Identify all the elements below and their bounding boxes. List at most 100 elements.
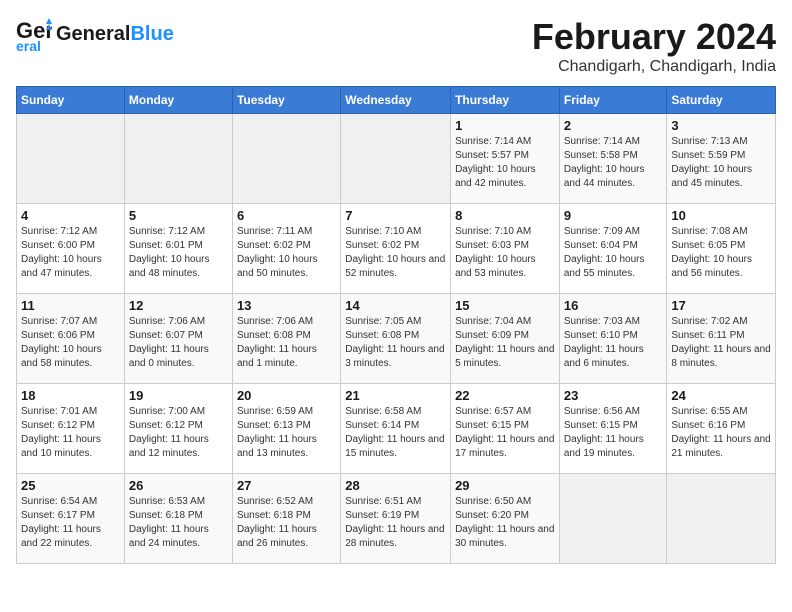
calendar-week-row: 11 Sunrise: 7:07 AMSunset: 6:06 PMDayligh… xyxy=(17,294,776,384)
day-number: 19 xyxy=(129,388,228,403)
day-number: 15 xyxy=(455,298,555,313)
calendar-cell: 28 Sunrise: 6:51 AMSunset: 6:19 PMDayligh… xyxy=(341,474,451,564)
day-info: Sunrise: 7:02 AMSunset: 6:11 PMDaylight:… xyxy=(671,315,771,371)
day-info: Sunrise: 6:51 AMSunset: 6:19 PMDaylight:… xyxy=(345,495,446,551)
day-number: 12 xyxy=(129,298,228,313)
calendar-cell: 24Sunrise: 6:55 AMSunset: 6:16 PMDayligh… xyxy=(667,384,776,474)
calendar-cell: 12Sunrise: 7:06 AMSunset: 6:07 PMDayligh… xyxy=(124,294,232,384)
day-number: 14 xyxy=(345,298,446,313)
calendar-cell: 10Sunrise: 7:08 AMSunset: 6:05 PMDayligh… xyxy=(667,204,776,294)
calendar-week-row: 1 Sunrise: 7:14 AMSunset: 5:57 PMDaylight… xyxy=(17,114,776,204)
day-number: 11 xyxy=(21,298,120,313)
day-info: Sunrise: 7:10 AMSunset: 6:02 PMDaylight:… xyxy=(345,225,446,281)
calendar-cell: 16 Sunrise: 7:03 AMSunset: 6:10 PMDayligh… xyxy=(559,294,667,384)
day-info: Sunrise: 6:56 AMSunset: 6:15 PMDaylight:… xyxy=(564,405,663,461)
day-number: 25 xyxy=(21,478,120,493)
calendar-cell: 18 Sunrise: 7:01 AMSunset: 6:12 PMDayligh… xyxy=(17,384,125,474)
weekday-header: Saturday xyxy=(667,87,776,114)
calendar-cell: 11 Sunrise: 7:07 AMSunset: 6:06 PMDayligh… xyxy=(17,294,125,384)
logo-icon: Gen eral xyxy=(16,16,52,52)
day-info: Sunrise: 7:03 AMSunset: 6:10 PMDaylight:… xyxy=(564,315,663,371)
calendar-cell: 17Sunrise: 7:02 AMSunset: 6:11 PMDayligh… xyxy=(667,294,776,384)
calendar-cell: 13 Sunrise: 7:06 AMSunset: 6:08 PMDayligh… xyxy=(232,294,340,384)
logo-blue: Blue xyxy=(130,23,173,45)
day-info: Sunrise: 6:50 AMSunset: 6:20 PMDaylight:… xyxy=(455,495,555,551)
logo: Gen eral GeneralBlue xyxy=(16,16,174,52)
day-info: Sunrise: 6:59 AMSunset: 6:13 PMDaylight:… xyxy=(237,405,336,461)
day-number: 6 xyxy=(237,208,336,223)
calendar-cell xyxy=(341,114,451,204)
day-number: 3 xyxy=(671,118,771,133)
calendar-cell: 21 Sunrise: 6:58 AMSunset: 6:14 PMDayligh… xyxy=(341,384,451,474)
calendar-cell: 14 Sunrise: 7:05 AMSunset: 6:08 PMDayligh… xyxy=(341,294,451,384)
title-area: February 2024 Chandigarh, Chandigarh, In… xyxy=(532,16,776,76)
day-number: 21 xyxy=(345,388,446,403)
day-info: Sunrise: 7:05 AMSunset: 6:08 PMDaylight:… xyxy=(345,315,446,371)
day-info: Sunrise: 7:13 AMSunset: 5:59 PMDaylight:… xyxy=(671,135,771,191)
day-info: Sunrise: 7:06 AMSunset: 6:08 PMDaylight:… xyxy=(237,315,336,371)
calendar-cell xyxy=(559,474,667,564)
location-title: Chandigarh, Chandigarh, India xyxy=(532,58,776,76)
day-info: Sunrise: 6:55 AMSunset: 6:16 PMDaylight:… xyxy=(671,405,771,461)
day-number: 28 xyxy=(345,478,446,493)
weekday-header: Sunday xyxy=(17,87,125,114)
calendar-cell: 9 Sunrise: 7:09 AMSunset: 6:04 PMDaylight… xyxy=(559,204,667,294)
calendar-cell: 23 Sunrise: 6:56 AMSunset: 6:15 PMDayligh… xyxy=(559,384,667,474)
weekday-header: Friday xyxy=(559,87,667,114)
day-number: 9 xyxy=(564,208,663,223)
day-info: Sunrise: 6:57 AMSunset: 6:15 PMDaylight:… xyxy=(455,405,555,461)
calendar-cell: 15 Sunrise: 7:04 AMSunset: 6:09 PMDayligh… xyxy=(451,294,560,384)
day-info: Sunrise: 7:08 AMSunset: 6:05 PMDaylight:… xyxy=(671,225,771,281)
day-info: Sunrise: 6:54 AMSunset: 6:17 PMDaylight:… xyxy=(21,495,120,551)
calendar-cell xyxy=(17,114,125,204)
svg-text:eral: eral xyxy=(16,38,41,52)
day-number: 23 xyxy=(564,388,663,403)
day-number: 1 xyxy=(455,118,555,133)
day-info: Sunrise: 7:00 AMSunset: 6:12 PMDaylight:… xyxy=(129,405,228,461)
calendar-cell: 4 Sunrise: 7:12 AMSunset: 6:00 PMDaylight… xyxy=(17,204,125,294)
calendar-cell xyxy=(667,474,776,564)
day-info: Sunrise: 7:10 AMSunset: 6:03 PMDaylight:… xyxy=(455,225,555,281)
day-number: 8 xyxy=(455,208,555,223)
day-info: Sunrise: 6:53 AMSunset: 6:18 PMDaylight:… xyxy=(129,495,228,551)
day-number: 29 xyxy=(455,478,555,493)
day-number: 27 xyxy=(237,478,336,493)
day-info: Sunrise: 6:58 AMSunset: 6:14 PMDaylight:… xyxy=(345,405,446,461)
calendar-week-row: 4 Sunrise: 7:12 AMSunset: 6:00 PMDaylight… xyxy=(17,204,776,294)
calendar-cell: 6 Sunrise: 7:11 AMSunset: 6:02 PMDaylight… xyxy=(232,204,340,294)
calendar-cell: 25 Sunrise: 6:54 AMSunset: 6:17 PMDayligh… xyxy=(17,474,125,564)
day-info: Sunrise: 7:11 AMSunset: 6:02 PMDaylight:… xyxy=(237,225,336,281)
day-number: 16 xyxy=(564,298,663,313)
calendar-cell: 27 Sunrise: 6:52 AMSunset: 6:18 PMDayligh… xyxy=(232,474,340,564)
day-number: 5 xyxy=(129,208,228,223)
day-number: 2 xyxy=(564,118,663,133)
day-info: Sunrise: 7:07 AMSunset: 6:06 PMDaylight:… xyxy=(21,315,120,371)
day-number: 22 xyxy=(455,388,555,403)
calendar-cell: 3 Sunrise: 7:13 AMSunset: 5:59 PMDaylight… xyxy=(667,114,776,204)
day-info: Sunrise: 7:12 AMSunset: 6:00 PMDaylight:… xyxy=(21,225,120,281)
day-info: Sunrise: 7:04 AMSunset: 6:09 PMDaylight:… xyxy=(455,315,555,371)
calendar-cell: 20 Sunrise: 6:59 AMSunset: 6:13 PMDayligh… xyxy=(232,384,340,474)
day-info: Sunrise: 7:14 AMSunset: 5:57 PMDaylight:… xyxy=(455,135,555,191)
calendar-cell: 22 Sunrise: 6:57 AMSunset: 6:15 PMDayligh… xyxy=(451,384,560,474)
day-number: 13 xyxy=(237,298,336,313)
calendar-week-row: 18 Sunrise: 7:01 AMSunset: 6:12 PMDayligh… xyxy=(17,384,776,474)
day-info: Sunrise: 7:09 AMSunset: 6:04 PMDaylight:… xyxy=(564,225,663,281)
weekday-header-row: SundayMondayTuesdayWednesdayThursdayFrid… xyxy=(17,87,776,114)
day-number: 4 xyxy=(21,208,120,223)
day-number: 20 xyxy=(237,388,336,403)
day-number: 18 xyxy=(21,388,120,403)
weekday-header: Thursday xyxy=(451,87,560,114)
weekday-header: Wednesday xyxy=(341,87,451,114)
calendar-table: SundayMondayTuesdayWednesdayThursdayFrid… xyxy=(16,86,776,564)
day-info: Sunrise: 7:12 AMSunset: 6:01 PMDaylight:… xyxy=(129,225,228,281)
calendar-cell: 5 Sunrise: 7:12 AMSunset: 6:01 PMDaylight… xyxy=(124,204,232,294)
month-title: February 2024 xyxy=(532,16,776,58)
logo-general: General xyxy=(56,23,130,45)
day-info: Sunrise: 6:52 AMSunset: 6:18 PMDaylight:… xyxy=(237,495,336,551)
calendar-cell: 1 Sunrise: 7:14 AMSunset: 5:57 PMDaylight… xyxy=(451,114,560,204)
calendar-cell xyxy=(232,114,340,204)
calendar-cell: 19 Sunrise: 7:00 AMSunset: 6:12 PMDayligh… xyxy=(124,384,232,474)
weekday-header: Monday xyxy=(124,87,232,114)
day-info: Sunrise: 7:01 AMSunset: 6:12 PMDaylight:… xyxy=(21,405,120,461)
